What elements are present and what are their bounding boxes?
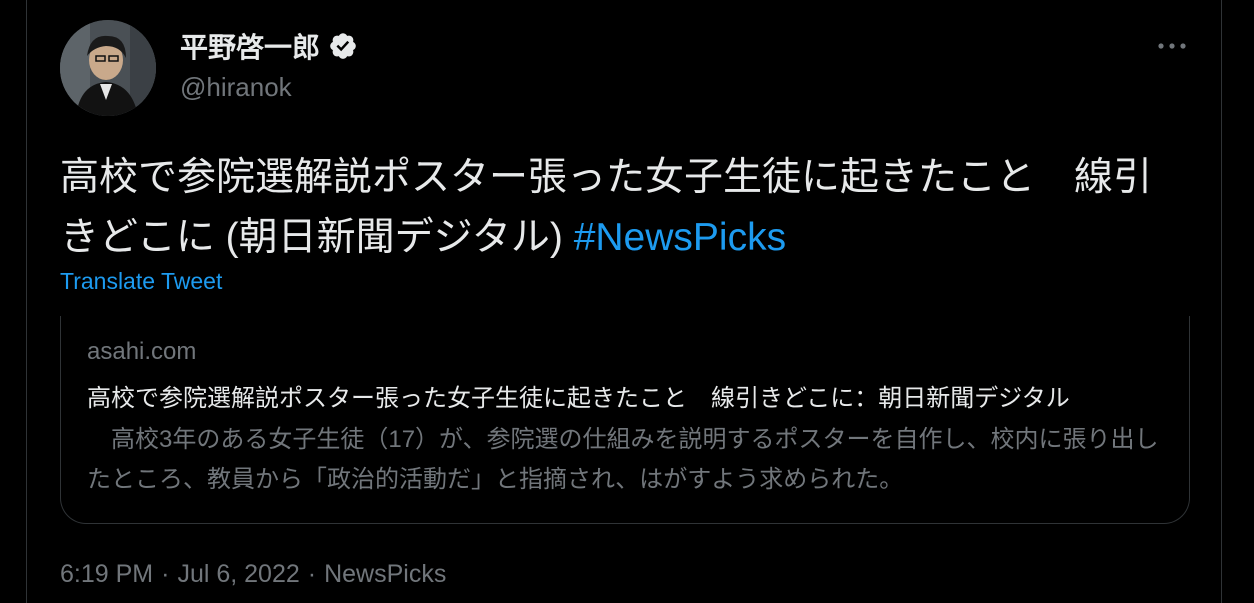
meta-separator: · bbox=[161, 560, 170, 588]
tweet-meta: 6:19 PM · Jul 6, 2022 · NewsPicks bbox=[60, 560, 446, 589]
tweet-date[interactable]: Jul 6, 2022 bbox=[177, 560, 299, 589]
verified-badge-icon bbox=[328, 31, 358, 61]
author-name-row: 平野啓一郎 bbox=[180, 26, 358, 66]
meta-separator-2: · bbox=[307, 560, 317, 588]
card-description: 高校3年のある女子生徒（17）が、参院選の仕組みを説明するポスターを自作し、校内… bbox=[87, 426, 1159, 493]
tweet-source[interactable]: NewsPicks bbox=[324, 560, 446, 589]
author-display-name[interactable]: 平野啓一郎 bbox=[180, 26, 320, 66]
author-handle[interactable]: @hiranok bbox=[180, 72, 292, 103]
tweet-text: 高校で参院選解説ポスター張った女子生徒に起きたこと 線引きどこに (朝日新聞デジ… bbox=[60, 148, 1190, 268]
translate-tweet-link[interactable]: Translate Tweet bbox=[60, 268, 222, 295]
hashtag-link[interactable]: #NewsPicks bbox=[574, 216, 786, 259]
more-options-icon[interactable] bbox=[1150, 28, 1194, 64]
card-domain: asahi.com bbox=[87, 338, 197, 365]
tweet-time[interactable]: 6:19 PM bbox=[60, 560, 153, 589]
avatar-photo bbox=[60, 20, 156, 116]
link-preview-card[interactable]: asahi.com 高校で参院選解説ポスター張った女子生徒に起きたこと 線引きど… bbox=[60, 316, 1190, 524]
card-title: 高校で参院選解説ポスター張った女子生徒に起きたこと 線引きどこに：朝日新聞デジタ… bbox=[87, 385, 1070, 412]
avatar[interactable] bbox=[60, 20, 156, 116]
